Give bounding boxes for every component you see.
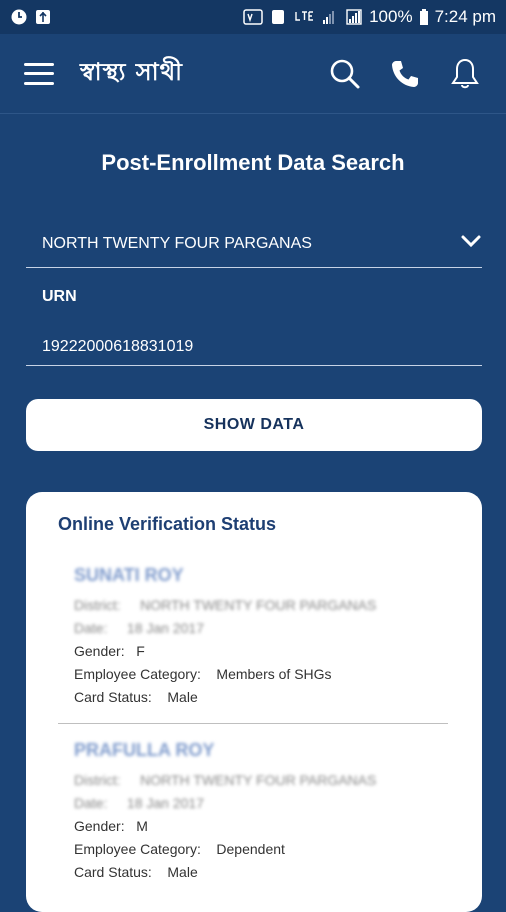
signal-icon [345,8,363,26]
category-label: Employee Category: [74,666,201,682]
card-status-label: Card Status: [74,864,152,880]
category-label: Employee Category: [74,841,201,857]
district-row: District: NORTH TWENTY FOUR PARGANAS [74,769,450,792]
category-text: Members of SHGs [216,666,332,682]
category-text: Dependent [216,841,285,857]
urn-value: 19222000618831019 [42,337,194,355]
district-text: NORTH TWENTY FOUR PARGANAS [140,597,377,613]
district-label: District: [74,597,121,613]
gender-text: M [136,818,148,834]
battery-percent: 100% [369,7,413,26]
usb-icon [34,8,52,26]
date-label: Date: [74,795,108,811]
battery-icon [419,8,429,26]
urn-label: URN [42,288,77,305]
district-text: NORTH TWENTY FOUR PARGANAS [140,772,377,788]
date-text: 18 Jan 2017 [126,620,204,636]
divider [58,723,448,724]
district-value: NORTH TWENTY FOUR PARGANAS [42,234,312,252]
bell-icon[interactable] [448,57,482,91]
beneficiary-name: SUNATI ROY [74,565,184,585]
app-bar: স্বাস্থ্য সাথী [0,34,506,114]
sim-icon [269,8,287,26]
card-status-label: Card Status: [74,689,152,705]
status-time: 7:24 pm [434,7,496,26]
lte-icon [293,8,315,26]
gender-row: Gender: F [74,640,450,663]
date-row: Date: 18 Jan 2017 [74,617,450,640]
clock-icon [10,8,28,26]
verification-card: Online Verification Status SUNATI ROY Di… [26,492,482,912]
district-row: District: NORTH TWENTY FOUR PARGANAS [74,594,450,617]
date-text: 18 Jan 2017 [126,795,204,811]
category-row: Employee Category: Members of SHGs [74,663,450,686]
gender-text: F [136,643,145,659]
urn-input[interactable]: 19222000618831019 [26,328,482,366]
card-title: Online Verification Status [58,514,277,534]
district-dropdown[interactable]: NORTH TWENTY FOUR PARGANAS [26,220,482,268]
page-title: Post-Enrollment Data Search [101,150,405,175]
category-row: Employee Category: Dependent [74,838,450,861]
card-status-text: Male [167,689,198,705]
card-status-row: Card Status: Male [74,686,450,709]
volte-icon [243,8,263,26]
show-data-button[interactable]: SHOW DATA [26,399,482,451]
beneficiary-name: PRAFULLA ROY [74,740,215,760]
status-bar: 100% 7:24 pm [0,0,506,34]
list-item: SUNATI ROY District: NORTH TWENTY FOUR P… [58,565,450,709]
phone-icon[interactable] [388,57,422,91]
menu-icon[interactable] [24,62,54,85]
district-label: District: [74,772,121,788]
signal-weak-icon [321,8,339,26]
card-status-row: Card Status: Male [74,861,450,884]
card-status-text: Male [167,864,198,880]
date-row: Date: 18 Jan 2017 [74,792,450,815]
search-icon[interactable] [328,57,362,91]
gender-row: Gender: M [74,815,450,838]
chevron-down-icon[interactable] [460,234,482,253]
gender-label: Gender: [74,643,125,659]
gender-label: Gender: [74,818,125,834]
app-logo: স্বাস্থ্য সাথী [80,56,183,86]
list-item: PRAFULLA ROY District: NORTH TWENTY FOUR… [58,740,450,884]
date-label: Date: [74,620,108,636]
